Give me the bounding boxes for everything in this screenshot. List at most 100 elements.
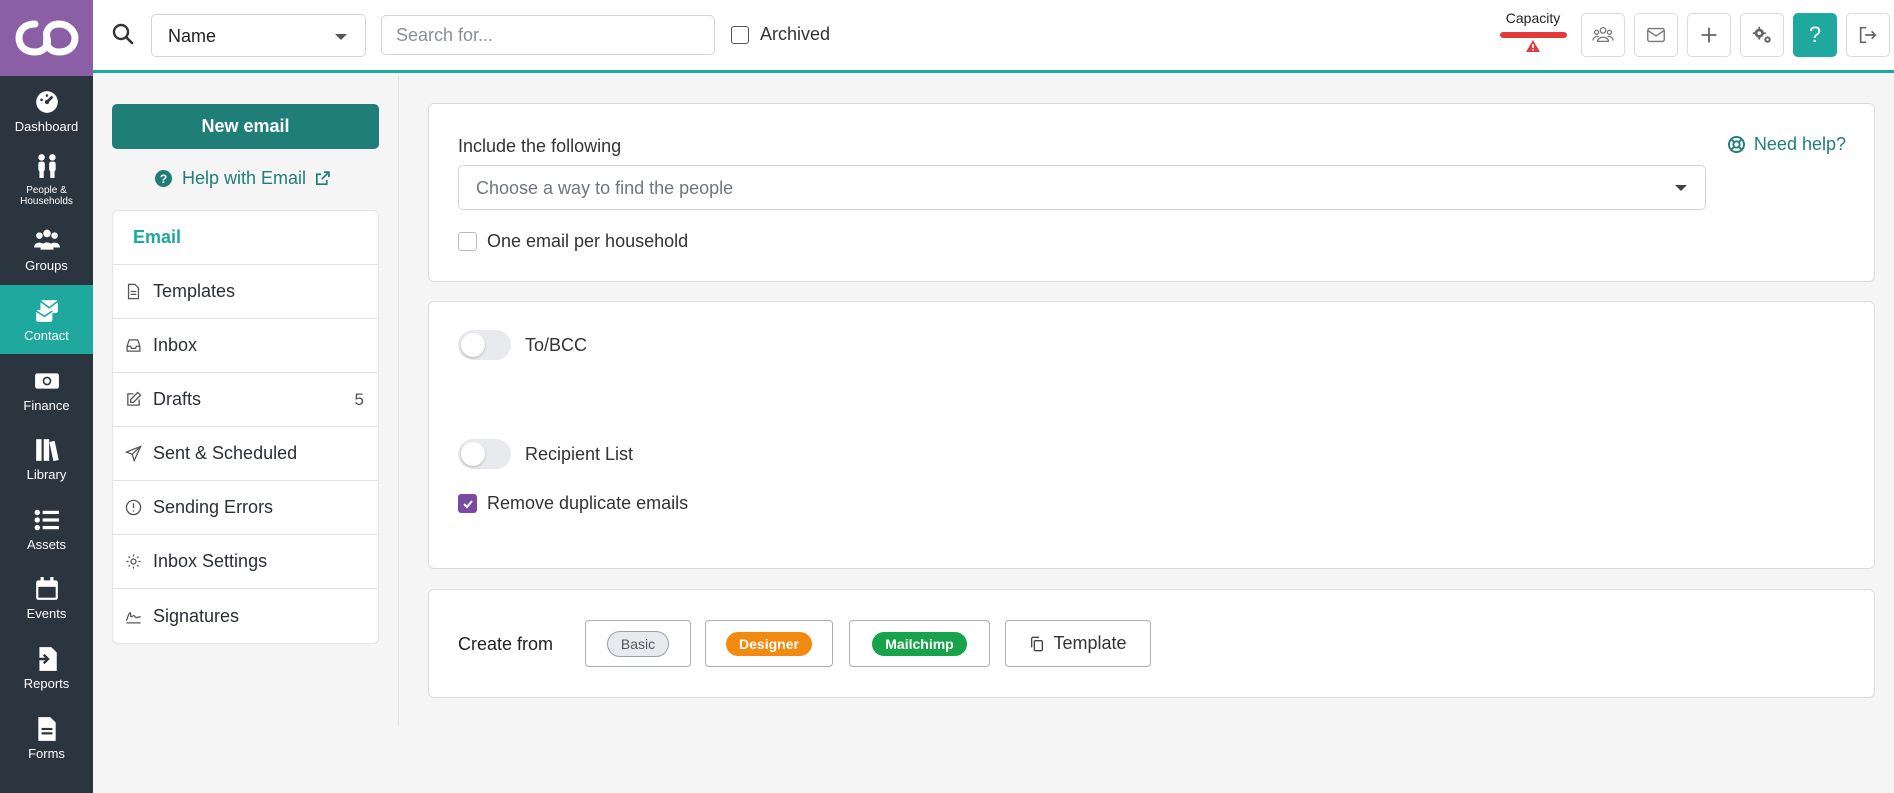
chevron-down-icon (335, 34, 347, 40)
copy-icon (1031, 636, 1044, 651)
menu-item-drafts[interactable]: Drafts 5 (113, 373, 378, 427)
find-people-select[interactable]: Choose a way to find the people (458, 165, 1706, 210)
forms-icon (37, 716, 56, 741)
help-label: ? (1808, 22, 1822, 47)
checkbox-checked[interactable] (458, 494, 477, 513)
nav-item-library[interactable]: Library (0, 424, 93, 494)
nav-item-dashboard[interactable]: Dashboard (0, 76, 93, 146)
nav-item-forms[interactable]: Forms (0, 702, 93, 772)
email-menu: Email Templates Inbox Drafts 5 Sent & Sc… (112, 210, 379, 644)
nav-label: Library (26, 467, 67, 483)
menu-item-label: Sent & Scheduled (153, 443, 298, 463)
left-nav: Dashboard People & Households Groups Con… (0, 0, 93, 793)
archived-label: Archived (760, 24, 831, 44)
groups-icon (33, 230, 60, 251)
menu-item-sending-errors[interactable]: Sending Errors (113, 481, 378, 535)
create-from-label: Create from (458, 634, 554, 654)
inbox-icon (126, 339, 141, 352)
archived-checkbox[interactable]: Archived (731, 24, 830, 45)
nav-label: Groups (25, 258, 68, 274)
edit-icon (127, 391, 142, 406)
drafts-count-badge: 5 (354, 389, 364, 409)
nav-item-contact[interactable]: Contact (0, 284, 93, 355)
search-input[interactable] (381, 15, 715, 55)
remove-duplicate-emails-checkbox[interactable]: Remove duplicate emails (458, 493, 688, 514)
warning-icon (1526, 40, 1540, 52)
menu-item-label: Drafts (153, 389, 202, 409)
new-email-button[interactable]: New email (112, 104, 379, 149)
need-help-link[interactable]: Need help? (1727, 134, 1846, 155)
include-label: Include the following (458, 136, 622, 156)
alert-circle-icon (125, 499, 142, 516)
events-icon (35, 577, 58, 601)
nav-item-events[interactable]: Events (0, 563, 93, 633)
nav-label: Events (26, 606, 67, 622)
menu-header-email[interactable]: Email (113, 211, 378, 265)
menu-item-inbox-settings[interactable]: Inbox Settings (113, 535, 378, 589)
menu-item-inbox[interactable]: Inbox (113, 319, 378, 373)
help-link-label: Help with Email (182, 168, 307, 188)
assets-icon (34, 509, 59, 531)
to-bcc-label: To/BCC (525, 334, 588, 355)
recipient-list-label: Recipient List (525, 443, 634, 464)
one-email-per-household-checkbox[interactable]: One email per household (458, 231, 688, 252)
nav-label: Assets (26, 536, 66, 552)
menu-item-signatures[interactable]: Signatures (113, 589, 378, 643)
nav-label: Reports (23, 676, 70, 692)
mail-button[interactable] (1634, 13, 1678, 57)
search-icon[interactable] (111, 22, 135, 46)
nav-item-people[interactable]: People & Households (0, 146, 93, 216)
people-icon (37, 154, 56, 179)
logout-icon (1859, 26, 1877, 44)
menu-item-sent-scheduled[interactable]: Sent & Scheduled (113, 427, 378, 481)
menu-item-label: Templates (153, 281, 236, 301)
menu-item-label: Inbox Settings (153, 551, 268, 571)
create-basic-button[interactable]: Basic (585, 620, 691, 667)
create-from-card: Create from Basic Designer Mailchimp Tem… (428, 589, 1875, 698)
to-bcc-toggle-row[interactable]: To/BCC (458, 330, 587, 360)
nav-item-groups[interactable]: Groups (0, 215, 93, 285)
external-link-icon (316, 171, 330, 186)
create-mailchimp-button[interactable]: Mailchimp (849, 620, 990, 667)
capacity-indicator[interactable]: Capacity (1493, 10, 1573, 52)
app-logo[interactable] (0, 0, 93, 76)
help-with-email-link[interactable]: ? Help with Email (155, 168, 331, 189)
signature-icon (125, 611, 141, 624)
chevron-down-icon (1675, 185, 1687, 191)
people-button[interactable] (1581, 13, 1625, 57)
include-card: Include the following Need help? Choose … (428, 103, 1875, 282)
checkbox[interactable] (731, 25, 749, 44)
nav-label: Contact (24, 328, 69, 344)
nav-label: Dashboard (14, 119, 79, 135)
nav-item-finance[interactable]: Finance (0, 354, 93, 424)
nav-label: People & Households (20, 185, 73, 208)
send-icon (125, 445, 142, 462)
add-button[interactable] (1687, 13, 1731, 57)
search-field-select[interactable]: Name (151, 14, 366, 57)
library-icon (35, 439, 59, 462)
mail-icon (1647, 27, 1665, 43)
logout-button[interactable] (1846, 13, 1890, 57)
create-template-button[interactable]: Template (1005, 620, 1151, 667)
remove-duplicates-label: Remove duplicate emails (487, 493, 689, 513)
capacity-bar (1499, 32, 1567, 38)
settings-button[interactable] (1740, 13, 1784, 57)
basic-badge: Basic (606, 630, 670, 657)
create-designer-button[interactable]: Designer (705, 620, 833, 667)
to-bcc-toggle[interactable] (458, 330, 511, 360)
checkbox[interactable] (458, 232, 477, 251)
lifebuoy-icon (1727, 136, 1745, 153)
nav-item-reports[interactable]: Reports (0, 633, 93, 703)
help-button[interactable]: ? (1793, 13, 1837, 57)
template-label: Template (1053, 633, 1127, 653)
menu-item-templates[interactable]: Templates (113, 265, 378, 319)
logo-icon (14, 20, 79, 56)
finance-icon (34, 373, 59, 389)
people-outline-icon (1592, 27, 1614, 43)
template-button-content: Template (1029, 633, 1127, 654)
email-sidebar: New email ? Help with Email Email Templa… (93, 76, 399, 726)
recipient-list-toggle[interactable] (458, 439, 511, 469)
nav-item-assets[interactable]: Assets (0, 494, 93, 564)
recipient-list-toggle-row[interactable]: Recipient List (458, 439, 633, 469)
question-icon: ? (155, 170, 172, 187)
